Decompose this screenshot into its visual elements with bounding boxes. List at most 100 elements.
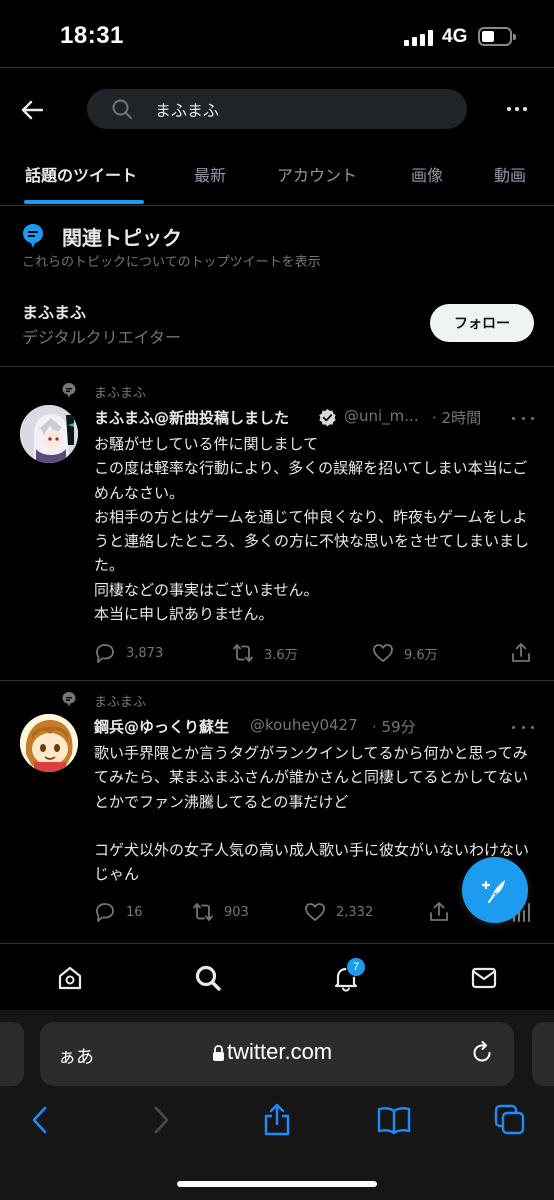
reply-icon [96,903,114,922]
reply-button[interactable]: 3,873 [94,642,163,664]
nav-messages[interactable] [466,960,502,996]
url-text[interactable]: twitter.com [227,1039,332,1065]
search-tabs: 話題のツイート 最新 アカウント 画像 動画 [0,148,554,206]
divider [0,680,554,681]
related-topics-title: 関連トピック [62,226,182,250]
search-input[interactable]: まふまふ [87,89,467,129]
like-button[interactable]: 2,332 [304,901,373,923]
active-tab-indicator [24,200,144,204]
avatar[interactable] [20,405,78,463]
browser-forward-button[interactable] [145,1104,177,1136]
compose-tweet-button[interactable] [462,857,528,923]
share-icon [430,902,448,921]
tweet-handle[interactable]: @kouhey0427 [250,716,358,734]
dot [521,416,525,420]
tweet-more-button[interactable] [512,722,534,732]
reply-button[interactable]: 16 [94,901,143,923]
browser-bookmarks-button[interactable] [376,1104,412,1136]
home-icon [58,966,82,990]
tab-images[interactable]: 画像 [411,162,443,186]
book-icon [377,1107,411,1135]
more-horizontal-icon [512,725,515,729]
status-time: 18:31 [60,22,124,49]
verified-badge-icon [319,408,336,427]
share-button[interactable] [510,642,532,664]
reader-options-button[interactable]: ぁあ [58,1043,94,1069]
reply-icon [96,644,114,663]
retweet-count: 903 [224,904,249,920]
chevron-right-icon [154,1106,169,1134]
tweet-time[interactable]: · 59分 [372,716,416,737]
network-type: 4G [442,26,468,47]
divider [0,205,554,206]
tweet-author-name[interactable]: まふまふ@新曲投稿しました [94,407,289,428]
chevron-left-icon [32,1106,47,1134]
heart-icon [373,644,393,662]
topic-name[interactable]: まふまふ [22,299,86,323]
tweet-text: お騒がせしている件に関しまして この度は軽率な行動により、多くの誤解を招いてしま… [94,435,530,624]
heart-icon [305,903,325,921]
tab-videos[interactable]: 動画 [494,162,526,186]
tweet-author-name[interactable]: 鋼兵@ゆっくり蘇生 [94,716,229,737]
battery-icon [478,27,516,46]
browser-tabs-button[interactable] [494,1104,526,1136]
dot [531,416,534,420]
reply-count: 16 [126,904,143,920]
avatar[interactable] [20,714,78,772]
topic-category: デジタルクリエイター [22,328,182,347]
topic-context-icon [62,383,76,398]
status-bar: 18:31 4G [0,0,554,68]
tweet-context: まふまふ [94,386,147,401]
tweet-handle[interactable]: @uni_m... [344,407,419,425]
search-query: まふまふ [155,101,220,120]
dot [523,107,527,111]
share-icon [512,643,530,662]
signal-icon [404,30,434,46]
retweet-icon [233,644,253,662]
tab-accounts[interactable]: アカウント [277,162,357,186]
retweet-icon [193,903,213,921]
previous-tab-preview[interactable] [0,1022,24,1086]
retweet-button[interactable]: 903 [192,901,249,923]
share-icon [264,1103,290,1136]
divider [0,366,554,367]
tweet-time[interactable]: · 2時間 [432,407,481,428]
browser-back-button[interactable] [24,1104,56,1136]
related-topics-subtitle: これらのトピックについてのトップツイートを表示 [22,255,321,270]
notification-badge: 7 [346,957,366,977]
reload-icon[interactable] [469,1040,495,1066]
like-button[interactable]: 9.6万 [372,642,438,664]
retweet-count: 3.6万 [264,647,298,663]
topic-icon [23,224,43,248]
home-indicator [177,1181,377,1187]
like-count: 2,332 [336,904,374,920]
mail-icon [471,967,497,989]
more-options-button[interactable] [500,96,534,122]
compose-feather-icon [481,880,505,903]
tab-latest[interactable]: 最新 [194,162,226,186]
tweet-context: まふまふ [94,695,147,710]
nav-home[interactable] [52,960,88,996]
back-button[interactable] [18,96,46,124]
next-tab-preview[interactable] [532,1022,554,1086]
bottom-nav [0,944,554,1010]
share-button[interactable] [428,901,450,923]
browser-share-button[interactable] [261,1103,293,1136]
tabs-icon [494,1104,525,1135]
like-count: 9.6万 [404,647,438,663]
more-horizontal-icon [512,416,515,420]
tab-top[interactable]: 話題のツイート [25,162,137,186]
dot [531,725,534,729]
divider [0,67,554,68]
search-icon [195,965,221,991]
topic-context-icon [62,692,76,707]
tweet-more-button[interactable] [512,413,534,423]
dot [515,107,519,111]
nav-explore[interactable] [190,960,226,996]
dot [521,725,525,729]
retweet-button[interactable]: 3.6万 [232,642,298,664]
search-icon [112,99,132,119]
more-horizontal-icon [507,107,511,111]
reply-count: 3,873 [126,645,164,661]
follow-button[interactable]: フォロー [430,304,534,342]
